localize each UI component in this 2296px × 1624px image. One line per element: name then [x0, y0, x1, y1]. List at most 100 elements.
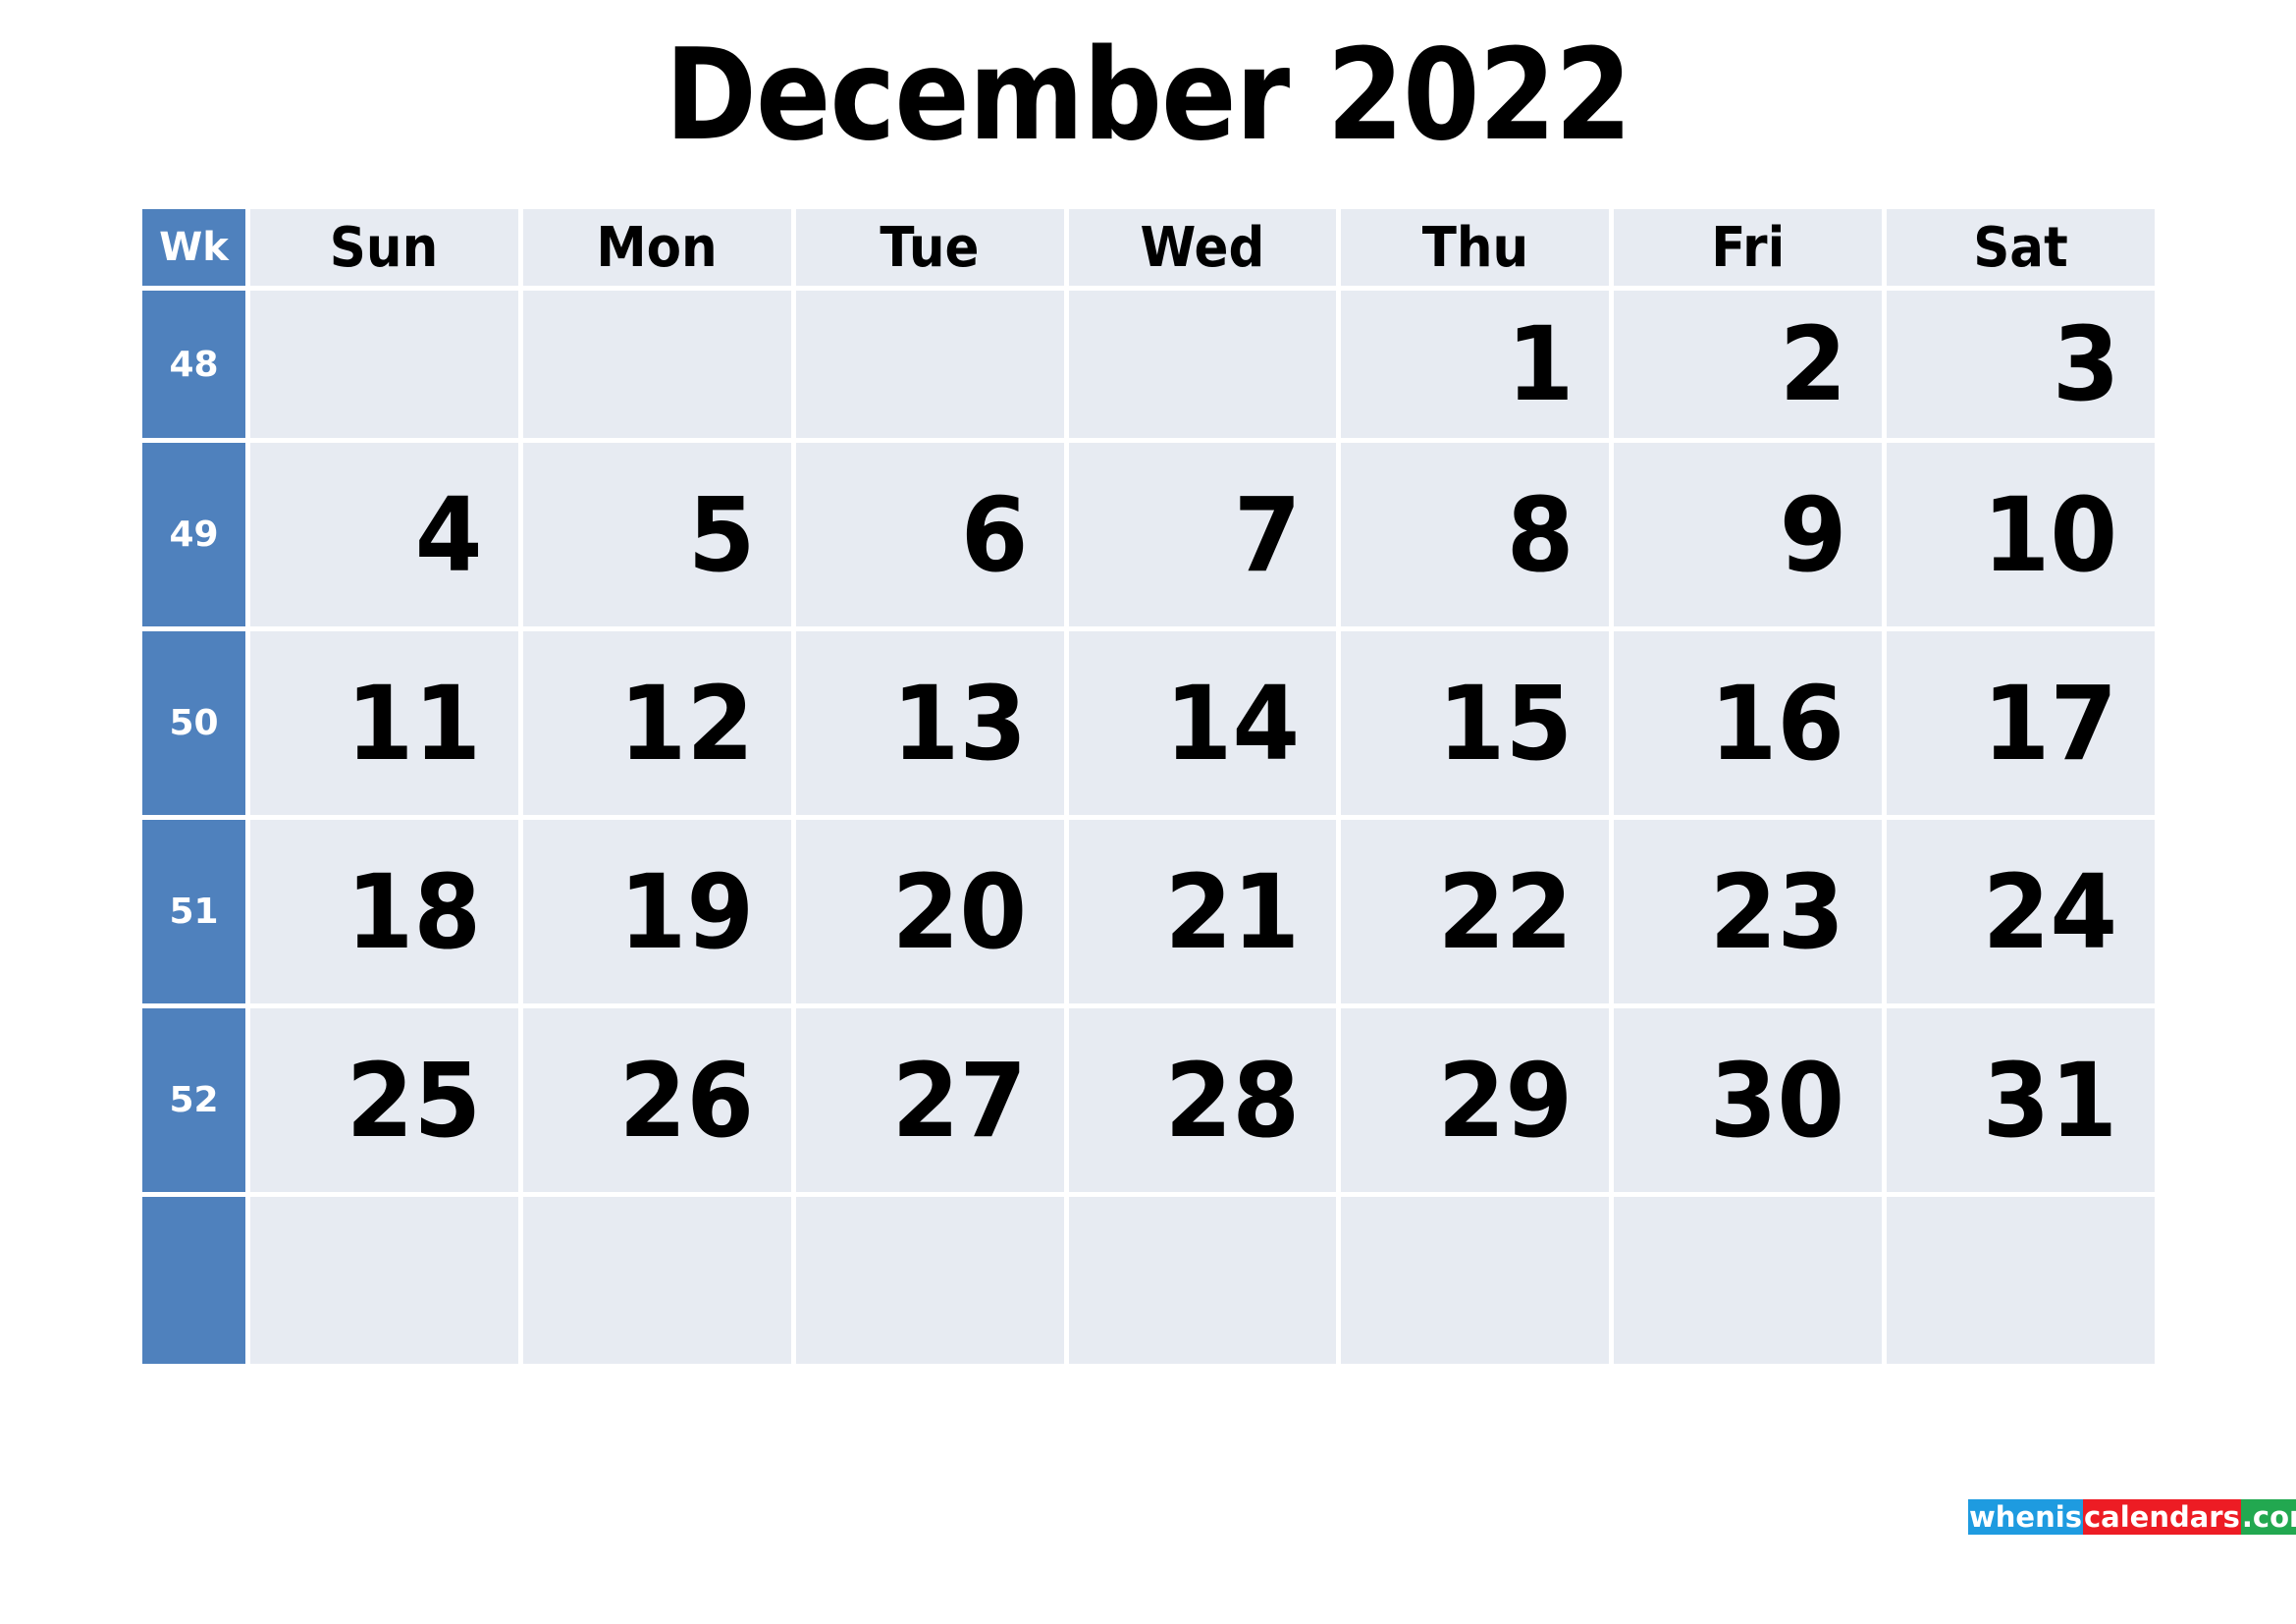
day-cell[interactable]: 11	[250, 631, 518, 815]
day-cell[interactable]: 21	[1068, 820, 1337, 1003]
day-cell[interactable]: 8	[1341, 443, 1610, 626]
day-cell[interactable]: 10	[1887, 443, 2156, 626]
week-number-label: 48	[169, 344, 219, 385]
day-cell[interactable]	[1887, 1197, 2156, 1364]
day-cell[interactable]: 19	[522, 820, 791, 1003]
week-number-label: 49	[169, 514, 219, 555]
day-number: 2	[1779, 304, 1847, 424]
day-number: 10	[1982, 474, 2118, 595]
day-cell[interactable]: 9	[1614, 443, 1883, 626]
day-header-label: Mon	[596, 215, 718, 280]
day-cell[interactable]: 24	[1887, 820, 2156, 1003]
day-cell[interactable]: 18	[250, 820, 518, 1003]
day-number: 31	[1982, 1040, 2118, 1161]
logo-part-calendars: calendars	[2082, 1499, 2241, 1535]
day-cell[interactable]: 2	[1614, 291, 1883, 438]
day-number: 16	[1710, 663, 1845, 784]
day-cell[interactable]	[522, 1197, 791, 1364]
day-header-thu: Thu	[1341, 209, 1610, 286]
day-number: 21	[1164, 851, 1300, 972]
day-header-label: Thu	[1421, 215, 1529, 280]
day-cell[interactable]	[522, 291, 791, 438]
day-cell[interactable]: 25	[250, 1008, 518, 1192]
day-cell[interactable]: 3	[1887, 291, 2156, 438]
calendar-week-row: 48 1 2 3	[142, 291, 2156, 438]
day-cell[interactable]	[250, 1197, 518, 1364]
day-number: 22	[1437, 851, 1573, 972]
day-number: 25	[346, 1040, 482, 1161]
week-number-label: 51	[169, 892, 219, 932]
day-number: 29	[1437, 1040, 1573, 1161]
day-header-label: Sun	[330, 215, 439, 280]
calendar-header-row: Wk Sun Mon Tue Wed Thu Fri Sat	[142, 209, 2156, 286]
day-number: 27	[891, 1040, 1027, 1161]
day-cell[interactable]: 7	[1068, 443, 1337, 626]
day-cell[interactable]	[1614, 1197, 1883, 1364]
day-cell[interactable]	[1068, 291, 1337, 438]
day-number: 28	[1164, 1040, 1300, 1161]
day-cell[interactable]: 30	[1614, 1008, 1883, 1192]
day-number: 9	[1779, 474, 1847, 595]
day-cell[interactable]: 29	[1341, 1008, 1610, 1192]
day-cell[interactable]: 17	[1887, 631, 2156, 815]
day-cell[interactable]	[1341, 1197, 1610, 1364]
day-number: 6	[961, 474, 1029, 595]
day-cell[interactable]: 14	[1068, 631, 1337, 815]
logo-part-com: .com	[2240, 1499, 2296, 1535]
week-number-cell: 48	[142, 291, 245, 438]
week-number-label: 50	[169, 703, 219, 743]
day-cell[interactable]: 1	[1341, 291, 1610, 438]
day-number: 26	[618, 1040, 755, 1161]
day-cell[interactable]: 22	[1341, 820, 1610, 1003]
day-cell[interactable]: 16	[1614, 631, 1883, 815]
day-cell[interactable]	[795, 291, 1064, 438]
day-cell[interactable]	[250, 291, 518, 438]
day-cell[interactable]: 5	[522, 443, 791, 626]
day-header-wed: Wed	[1068, 209, 1337, 286]
calendar-week-row: 50 11 12 13 14 15 16 17	[142, 631, 2156, 815]
day-cell[interactable]: 4	[250, 443, 518, 626]
day-number: 8	[1506, 474, 1575, 595]
day-header-sat: Sat	[1887, 209, 2156, 286]
calendar-week-row	[142, 1197, 2156, 1364]
day-number: 18	[346, 851, 482, 972]
day-number: 24	[1982, 851, 2118, 972]
day-number: 19	[618, 851, 755, 972]
page-title: December 2022	[665, 23, 1631, 169]
week-column-header-label: Wk	[159, 225, 229, 270]
calendar-week-row: 51 18 19 20 21 22 23 24	[142, 820, 2156, 1003]
logo-part-whenis: whenis	[1968, 1499, 2083, 1535]
day-cell[interactable]: 31	[1887, 1008, 2156, 1192]
week-number-cell: 52	[142, 1008, 245, 1192]
day-cell[interactable]: 13	[795, 631, 1064, 815]
day-cell[interactable]: 27	[795, 1008, 1064, 1192]
day-number: 7	[1233, 474, 1302, 595]
day-cell[interactable]: 28	[1068, 1008, 1337, 1192]
week-column-header: Wk	[142, 209, 245, 286]
day-number: 11	[346, 663, 482, 784]
whenis-calendars-logo[interactable]: whenis calendars .com	[1968, 1499, 2296, 1535]
day-cell[interactable]	[795, 1197, 1064, 1364]
day-cell[interactable]: 26	[522, 1008, 791, 1192]
calendar-grid: Wk Sun Mon Tue Wed Thu Fri Sat 48 1 2 3 …	[142, 209, 2156, 1364]
day-number: 1	[1506, 304, 1575, 424]
day-header-label: Fri	[1711, 215, 1786, 280]
day-number: 3	[2052, 304, 2120, 424]
day-header-label: Sat	[1973, 215, 2068, 280]
day-cell[interactable]: 23	[1614, 820, 1883, 1003]
day-cell[interactable]: 12	[522, 631, 791, 815]
day-number: 20	[891, 851, 1027, 972]
calendar-week-row: 52 25 26 27 28 29 30 31	[142, 1008, 2156, 1192]
day-number: 12	[618, 663, 755, 784]
day-cell[interactable]: 15	[1341, 631, 1610, 815]
calendar-page: December 2022 Wk Sun Mon Tue Wed Thu Fri…	[0, 0, 2296, 1624]
day-header-label: Wed	[1140, 215, 1265, 280]
day-number: 13	[891, 663, 1027, 784]
day-cell[interactable]: 6	[795, 443, 1064, 626]
day-cell[interactable]: 20	[795, 820, 1064, 1003]
day-number: 4	[415, 474, 484, 595]
day-header-mon: Mon	[522, 209, 791, 286]
day-number: 17	[1982, 663, 2118, 784]
day-cell[interactable]	[1068, 1197, 1337, 1364]
day-number: 23	[1710, 851, 1845, 972]
